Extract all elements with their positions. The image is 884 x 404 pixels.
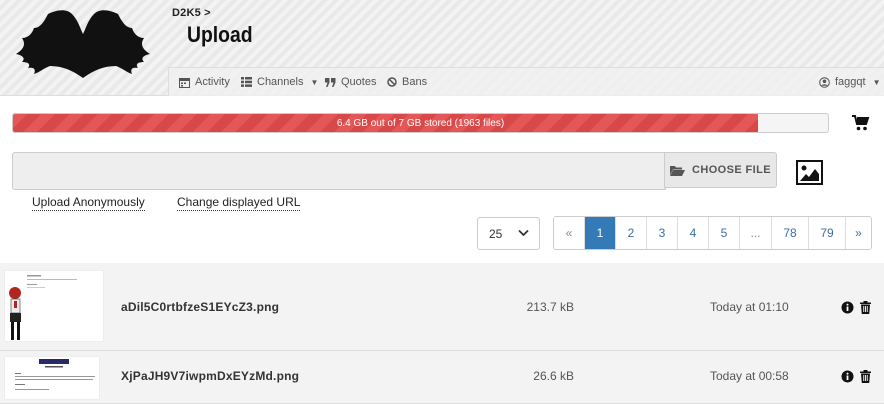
page-79[interactable]: 79 xyxy=(808,217,845,249)
folder-open-icon xyxy=(670,165,686,176)
nav-channels-label: Channels xyxy=(257,76,304,88)
image-icon[interactable] xyxy=(796,160,823,185)
per-page-select[interactable]: 25 xyxy=(477,217,540,250)
choose-file-label: CHOOSE FILE xyxy=(692,164,771,176)
page-prev[interactable]: « xyxy=(554,217,584,249)
quote-icon xyxy=(325,77,336,87)
user-menu[interactable]: faggqt ▼ xyxy=(819,68,881,96)
file-name[interactable]: aDil5C0rtbfzeS1EYcZ3.png xyxy=(121,300,279,314)
page-title: Upload xyxy=(187,22,253,47)
thumbnail-image-icon xyxy=(5,271,103,341)
page-78[interactable]: 78 xyxy=(771,217,808,249)
user-name: faggqt xyxy=(835,76,866,88)
list-icon xyxy=(241,77,252,87)
wings-logo-icon[interactable] xyxy=(14,8,152,82)
page-4[interactable]: 4 xyxy=(677,217,708,249)
nav-activity[interactable]: Activity xyxy=(179,68,230,96)
nav-bans[interactable]: Bans xyxy=(387,68,427,96)
storage-progress-bar: 6.4 GB out of 7 GB stored (1963 files) xyxy=(12,113,829,133)
header: D2K5 > Upload Activity Channels ▼ Quotes… xyxy=(0,0,884,96)
info-icon[interactable] xyxy=(841,301,854,314)
pagination: « 1 2 3 4 5 ... 78 79 » xyxy=(553,216,872,250)
nav-quotes[interactable]: Quotes xyxy=(325,68,376,96)
nav-quotes-label: Quotes xyxy=(341,76,377,88)
navbar: Activity Channels ▼ Quotes Bans faggqt ▼ xyxy=(168,67,884,96)
thumbnail-image-icon xyxy=(5,357,99,399)
calendar-icon xyxy=(179,77,190,88)
page-3[interactable]: 3 xyxy=(646,217,677,249)
file-row[interactable]: XjPaJH9V7iwpmDxEYzMd.png 26.6 kB Today a… xyxy=(0,351,884,404)
per-page-value: 25 xyxy=(489,226,503,241)
change-displayed-url-link[interactable]: Change displayed URL xyxy=(177,195,301,211)
breadcrumb[interactable]: D2K5 > xyxy=(172,7,211,19)
page-2[interactable]: 2 xyxy=(615,217,646,249)
trash-icon[interactable] xyxy=(860,301,871,314)
page-next[interactable]: » xyxy=(845,217,871,249)
cart-icon[interactable] xyxy=(852,115,870,131)
trash-icon[interactable] xyxy=(860,370,871,383)
file-size: 213.7 kB xyxy=(526,300,574,314)
nav-activity-label: Activity xyxy=(195,76,230,88)
chevron-down-icon xyxy=(518,229,529,237)
file-thumbnail[interactable] xyxy=(4,356,100,400)
file-thumbnail[interactable] xyxy=(4,270,104,342)
file-size: 26.6 kB xyxy=(533,369,574,383)
file-name[interactable]: XjPaJH9V7iwpmDxEYzMd.png xyxy=(121,369,299,383)
nav-bans-label: Bans xyxy=(402,76,428,88)
nav-channels[interactable]: Channels ▼ xyxy=(241,68,318,96)
page-1[interactable]: 1 xyxy=(584,217,615,249)
file-time: Today at 01:10 xyxy=(710,300,789,314)
page-ellipsis: ... xyxy=(739,217,771,249)
info-icon[interactable] xyxy=(841,370,854,383)
user-circle-icon xyxy=(819,76,830,88)
page-5[interactable]: 5 xyxy=(708,217,739,249)
file-row[interactable]: aDil5C0rtbfzeS1EYcZ3.png 213.7 kB Today … xyxy=(0,263,884,351)
file-time: Today at 00:58 xyxy=(710,369,789,383)
caret-down-icon: ▼ xyxy=(872,77,881,87)
storage-text: 6.4 GB out of 7 GB stored (1963 files) xyxy=(336,118,505,129)
file-path-input[interactable] xyxy=(12,152,666,190)
ban-icon xyxy=(387,77,397,87)
caret-down-icon: ▼ xyxy=(310,77,319,87)
upload-anonymously-link[interactable]: Upload Anonymously xyxy=(32,195,145,211)
choose-file-button[interactable]: CHOOSE FILE xyxy=(664,152,777,188)
